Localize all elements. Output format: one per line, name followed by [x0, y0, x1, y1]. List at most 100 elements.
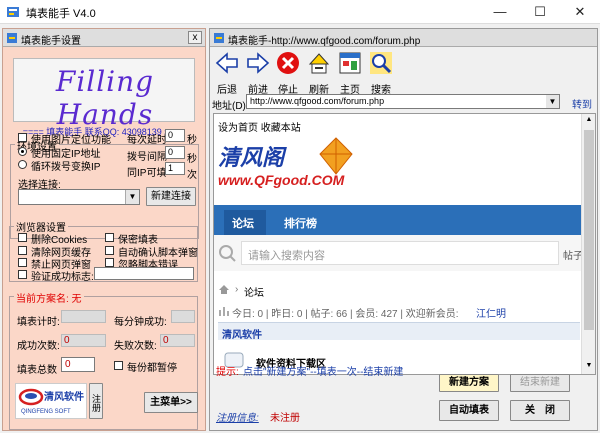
ip-fill-input[interactable]: 1: [165, 162, 185, 175]
ignore-script-error-checkbox[interactable]: [105, 258, 114, 267]
auto-fill-button[interactable]: 自动填表: [439, 400, 499, 421]
auto-confirm-checkbox[interactable]: [105, 246, 114, 255]
kite-icon: [319, 137, 353, 175]
web-view[interactable]: 设为首页 收藏本站 清风阁 www.QFgood.COM 论坛 排行榜 请输入搜…: [213, 113, 596, 375]
settings-panel-title: 填表能手设置: [21, 36, 81, 47]
register-button[interactable]: 注册: [89, 383, 103, 419]
chevron-down-icon: ▼: [546, 95, 559, 108]
image-locate-checkbox[interactable]: [18, 133, 27, 142]
forward-button[interactable]: 前进: [243, 51, 273, 96]
home-button[interactable]: 主页: [335, 51, 365, 96]
success-flag-input[interactable]: [94, 267, 194, 280]
logo-text: Filling Hands: [55, 65, 155, 131]
back-label: 后退: [217, 85, 237, 96]
fixed-ip-radio[interactable]: [18, 147, 27, 156]
delay-unit: 秒: [187, 135, 197, 146]
scheme-title: 当前方案名: 无: [14, 290, 84, 305]
end-new-button[interactable]: 结束新建: [510, 374, 570, 392]
fail-count-value: 0: [160, 334, 195, 347]
stop-button[interactable]: 停止: [273, 51, 303, 96]
brand-name: 清风软件: [44, 392, 84, 403]
close-app-button[interactable]: 关 闭: [510, 400, 570, 421]
scroll-up-icon[interactable]: ▲: [584, 116, 594, 126]
nav-ranking[interactable]: 排行榜: [284, 215, 317, 231]
address-input[interactable]: http://www.qfgood.com/forum.php ▼: [246, 94, 560, 109]
refresh-button[interactable]: 刷新: [304, 51, 334, 96]
scroll-down-icon[interactable]: ▼: [584, 362, 594, 372]
secret-fill-checkbox[interactable]: [105, 233, 114, 242]
dial-interval-unit: 秒: [187, 154, 197, 165]
total-input[interactable]: 0: [61, 357, 95, 372]
register-info-label[interactable]: 注册信息:: [216, 409, 259, 424]
dial-ip-radio[interactable]: [18, 160, 27, 169]
window-titlebar: 填表能手 V4.0 — ☐ ✕: [0, 0, 600, 24]
brand-name-en: QINGFENG SOFT: [21, 409, 71, 415]
panel-close-button[interactable]: x: [188, 31, 202, 44]
top-links[interactable]: 设为首页 收藏本站: [218, 119, 301, 134]
stats-chart-icon: [219, 307, 229, 316]
browser-panel-titlebar: 填表能手-http://www.qfgood.com/forum.php: [210, 29, 597, 47]
panel-icon: [213, 32, 225, 44]
settings-panel-titlebar: 填表能手设置 x: [3, 29, 205, 47]
search-button[interactable]: 搜索: [366, 51, 396, 96]
back-button[interactable]: 后退: [212, 51, 242, 96]
forum-stats: 今日: 0 | 昨日: 0 | 帖子: 66 | 会员: 427 | 欢迎新会员…: [232, 309, 459, 320]
app-icon: [6, 5, 20, 19]
fail-count-label: 失败次数:: [114, 341, 157, 352]
breadcrumb[interactable]: 论坛: [244, 284, 264, 299]
search-icon: [370, 52, 392, 74]
total-label: 填表总数: [17, 365, 57, 376]
browser-panel: 填表能手-http://www.qfgood.com/forum.php 后退 …: [209, 28, 598, 431]
scroll-thumb[interactable]: [584, 130, 594, 330]
new-scheme-button[interactable]: 新建方案: [439, 374, 499, 392]
dial-interval-input[interactable]: 0: [165, 146, 185, 159]
forward-arrow-icon: [247, 52, 270, 74]
timer-field: [61, 310, 106, 323]
maximize-button[interactable]: ☐: [520, 0, 560, 24]
close-button[interactable]: ✕: [560, 0, 600, 24]
hint-text: 点击"新建方案"--填表一次--结束新建: [243, 367, 404, 378]
main-menu-button[interactable]: 主菜单>>: [144, 392, 198, 413]
site-search-input[interactable]: 请输入搜索内容: [241, 241, 559, 265]
refresh-icon: [308, 53, 330, 74]
section-title[interactable]: 清风软件: [222, 326, 262, 341]
logo: Filling Hands: [13, 58, 195, 131]
go-button[interactable]: 转到: [572, 96, 592, 111]
image-locate-label: 使用图片定位功能: [31, 135, 111, 146]
new-connection-button[interactable]: 新建连接: [146, 187, 196, 206]
panel-icon: [6, 32, 18, 44]
per-minute-field: [171, 310, 195, 323]
minimize-button[interactable]: —: [480, 0, 520, 24]
section-header: 清风软件: [218, 322, 580, 341]
timer-label: 填表计时:: [17, 317, 60, 328]
home-icon: [339, 52, 361, 74]
address-value: http://www.qfgood.com/forum.php: [250, 96, 385, 106]
search-type-label[interactable]: 帖子: [563, 247, 583, 262]
web-scrollbar[interactable]: ▲ ▼: [581, 114, 595, 374]
delay-input[interactable]: 0: [165, 129, 185, 142]
stop-icon: [277, 52, 299, 74]
ip-fill-unit: 次: [187, 170, 197, 181]
pause-each-checkbox[interactable]: [114, 361, 123, 370]
register-info-value: 未注册: [270, 413, 300, 424]
delay-label: 每次延时: [127, 135, 167, 146]
site-logo: 清风阁 www.QFgood.COM: [218, 136, 353, 192]
success-flag-checkbox[interactable]: [18, 270, 27, 279]
success-count-value: 0: [61, 334, 106, 347]
success-count-label: 成功次数:: [17, 341, 60, 352]
search-icon: [219, 245, 236, 262]
ip-fill-label: 同IP可填: [127, 168, 167, 179]
pause-each-label: 每份都暂停: [127, 363, 177, 374]
delete-cookies-checkbox[interactable]: [18, 233, 27, 242]
connection-select[interactable]: ▼: [18, 189, 140, 205]
newest-member-link[interactable]: 江仁明: [476, 305, 506, 320]
brand-logo: 清风软件 QINGFENG SOFT: [15, 383, 87, 419]
window-title: 填表能手 V4.0: [26, 8, 96, 20]
chevron-down-icon: ▼: [125, 190, 139, 204]
dial-ip-label: 循环拨号变换IP: [31, 162, 101, 173]
block-popup-checkbox[interactable]: [18, 258, 27, 267]
clear-cache-checkbox[interactable]: [18, 246, 27, 255]
breadcrumb-arrow: ›: [235, 284, 239, 295]
dial-interval-label: 拨号间隔: [127, 152, 167, 163]
browser-panel-title: 填表能手-http://www.qfgood.com/forum.php: [228, 36, 421, 47]
